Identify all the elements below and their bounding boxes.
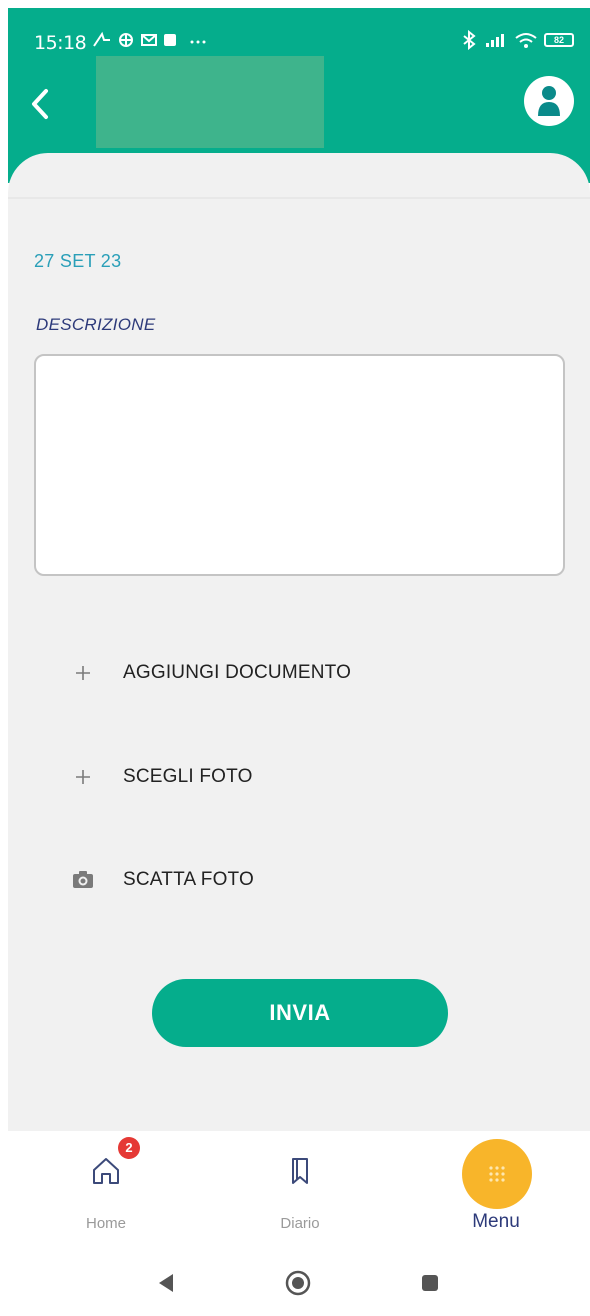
nav-diario[interactable]: Diario [230, 1131, 370, 1253]
system-back-button[interactable] [148, 1265, 184, 1301]
add-document-button[interactable]: AGGIUNGI DOCUMENTO [68, 653, 488, 693]
system-status-icons: 82 [460, 30, 574, 50]
notification-icons [92, 30, 210, 55]
notification-badge: 2 [118, 1137, 140, 1159]
nav-home-label: Home [85, 1215, 126, 1232]
entry-date: 27 SET 23 [34, 251, 122, 271]
system-home-button[interactable] [280, 1265, 316, 1301]
take-photo-label: SCATTA FOTO [123, 869, 254, 890]
bookmark-icon [280, 1151, 320, 1191]
camera-icon [68, 865, 98, 895]
submit-button[interactable]: INVIA [152, 979, 448, 1047]
add-document-label: AGGIUNGI DOCUMENTO [123, 662, 352, 683]
bottom-navigation: 2 Home Diario Menu [8, 1131, 590, 1253]
choose-photo-label: SCEGLI FOTO [123, 766, 253, 787]
choose-photo-button[interactable]: SCEGLI FOTO [68, 757, 488, 797]
triangle-back-icon [159, 1274, 173, 1292]
status-time: 15:18 [34, 32, 87, 54]
bluetooth-icon [463, 30, 476, 50]
signal-icon [486, 34, 504, 47]
nav-menu-label: Menu [472, 1211, 520, 1232]
profile-avatar-button[interactable] [524, 76, 574, 126]
redacted-title [96, 56, 324, 148]
description-textarea[interactable] [34, 354, 565, 576]
nav-diario-label: Diario [280, 1215, 320, 1232]
content-panel: 27 SET 23 DESCRIZIONE AGGIUNGI DOCUMENTO… [8, 153, 590, 1131]
take-photo-button[interactable]: SCATTA FOTO [68, 860, 488, 900]
nav-home[interactable]: 2 Home [36, 1131, 176, 1253]
square-recents-icon [422, 1275, 438, 1291]
wifi-icon [515, 33, 537, 48]
plus-icon [68, 762, 98, 792]
description-label: DESCRIZIONE [36, 315, 156, 334]
menu-button-circle [462, 1139, 532, 1209]
user-icon [538, 86, 560, 116]
divider [8, 197, 590, 199]
nav-menu[interactable]: Menu [426, 1131, 566, 1253]
plus-icon [68, 658, 98, 688]
app-screen: 15:18 82 27 SET 23 DESCRIZIONE AGGIUNGI … [8, 8, 590, 1316]
chevron-left-icon [32, 89, 48, 119]
back-button[interactable] [22, 84, 58, 124]
circle-home-icon [285, 1270, 311, 1296]
grid-dots-icon [489, 1166, 505, 1182]
system-navigation-bar [8, 1253, 590, 1316]
battery-icon: 82 [544, 33, 574, 47]
system-recents-button[interactable] [412, 1265, 448, 1301]
notification-glyphs-icon [93, 31, 206, 47]
home-icon [86, 1151, 126, 1191]
